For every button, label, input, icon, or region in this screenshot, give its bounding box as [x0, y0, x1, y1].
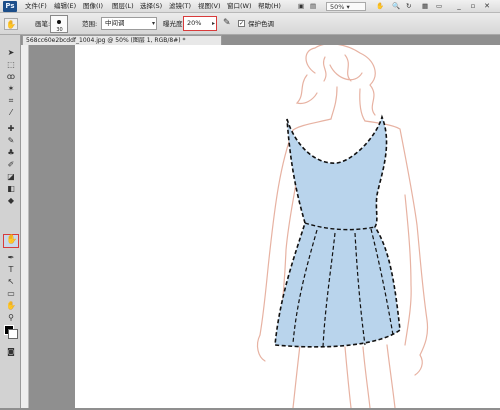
exposure-field[interactable]: 20% ▸: [183, 16, 217, 31]
restore-icon[interactable]: ▫: [468, 2, 478, 11]
menu-file[interactable]: 文件(F): [25, 1, 47, 12]
brush-size: 30: [56, 27, 63, 33]
menu-edit[interactable]: 编辑(E): [54, 1, 76, 12]
background-color-swatch[interactable]: [8, 329, 18, 339]
close-icon[interactable]: ✕: [482, 2, 492, 11]
chevron-down-icon: ▾: [151, 20, 155, 27]
eyedropper-tool-icon[interactable]: ⁄: [5, 107, 17, 118]
chevron-right-icon: ▸: [211, 20, 215, 27]
brush-label: 画笔:: [35, 20, 51, 28]
tools-panel: ➤ ⬚ ꝏ ✶ ⌗ ⁄ ✚ ✎ ♣ ✐ ◪ ◧ ◆ ✋ ✒ T ↖ ▭ ✋ ⚲ …: [0, 35, 21, 408]
options-bar: ✋ 画笔: 30 范围: 中间调 ▾ 曝光度: 20% ▸ ✎ ✓ 保护色调: [0, 13, 500, 35]
airbrush-icon[interactable]: ✎: [223, 18, 231, 28]
brush-tip-icon: [57, 20, 61, 24]
menu-view[interactable]: 视图(V): [198, 1, 221, 12]
rotate-icon[interactable]: ↻: [406, 1, 411, 12]
menu-window[interactable]: 窗口(W): [227, 1, 252, 12]
move-tool-icon[interactable]: ➤: [5, 47, 17, 58]
arrange-documents-icon[interactable]: ▦: [422, 1, 428, 12]
range-value: 中间调: [105, 19, 125, 27]
pen-tool-icon[interactable]: ✒: [5, 252, 17, 263]
exposure-label: 曝光度:: [163, 20, 185, 28]
range-label: 范围:: [82, 20, 98, 28]
zoom-icon[interactable]: 🔍: [392, 1, 400, 12]
dodge-tool-button[interactable]: ✋: [3, 234, 19, 248]
photoshop-logo: Ps: [3, 1, 17, 12]
path-selection-tool-icon[interactable]: ↖: [5, 276, 17, 287]
menu-help[interactable]: 帮助(H): [258, 1, 281, 12]
crop-tool-icon[interactable]: ⌗: [5, 95, 17, 106]
brush-picker[interactable]: 30: [50, 15, 68, 33]
hand-icon[interactable]: ✋: [376, 1, 384, 12]
history-brush-tool-icon[interactable]: ✐: [5, 159, 17, 170]
range-dropdown[interactable]: 中间调 ▾: [101, 17, 157, 30]
menu-bar: Ps 文件(F) 编辑(E) 图像(I) 图层(L) 选择(S) 滤镜(T) 视…: [0, 0, 500, 13]
document-canvas[interactable]: [75, 43, 500, 409]
lasso-tool-icon[interactable]: ꝏ: [5, 71, 17, 82]
quick-mask-icon[interactable]: ◙: [5, 346, 17, 357]
dodge-tool-icon: ✋: [6, 235, 18, 245]
exposure-value: 20%: [187, 19, 202, 27]
document-tab[interactable]: 568cc60e2bcddf_1004.jpg @ 50% (图层 1, RGB…: [22, 35, 222, 45]
brush-tool-icon[interactable]: ✎: [5, 135, 17, 146]
shape-tool-icon[interactable]: ▭: [5, 288, 17, 299]
menu-select[interactable]: 选择(S): [140, 1, 162, 12]
zoom-tool-icon[interactable]: ⚲: [5, 312, 17, 323]
view-extras-icon[interactable]: ▤: [310, 1, 316, 12]
menu-image[interactable]: 图像(I): [83, 1, 103, 12]
eraser-tool-icon[interactable]: ◪: [5, 171, 17, 182]
menu-layer[interactable]: 图层(L): [112, 1, 134, 12]
type-tool-icon[interactable]: T: [5, 264, 17, 275]
protect-tones-label: 保护色调: [248, 20, 274, 28]
protect-tones-checkbox[interactable]: ✓: [238, 20, 245, 27]
tool-preset-picker[interactable]: ✋: [4, 18, 18, 30]
magic-wand-tool-icon[interactable]: ✶: [5, 83, 17, 94]
document-title: 568cc60e2bcddf_1004.jpg @ 50% (图层 1, RGB…: [26, 37, 186, 44]
zoom-dropdown[interactable]: 50% ▾: [326, 2, 366, 11]
gradient-tool-icon[interactable]: ◧: [5, 183, 17, 194]
screen-mode-icon[interactable]: ▭: [436, 1, 442, 12]
fashion-sketch-image: [256, 43, 429, 409]
hand-tool-icon[interactable]: ✋: [5, 300, 17, 311]
minimize-icon[interactable]: _: [454, 2, 464, 11]
healing-brush-tool-icon[interactable]: ✚: [5, 123, 17, 134]
bridge-icon[interactable]: ▣: [298, 1, 304, 12]
vertical-ruler: [21, 45, 29, 408]
clone-stamp-tool-icon[interactable]: ♣: [5, 147, 17, 158]
blur-tool-icon[interactable]: ◆: [5, 195, 17, 206]
menu-filter[interactable]: 滤镜(T): [169, 1, 191, 12]
marquee-tool-icon[interactable]: ⬚: [5, 59, 17, 70]
dodge-tool-icon: ✋: [6, 20, 16, 29]
